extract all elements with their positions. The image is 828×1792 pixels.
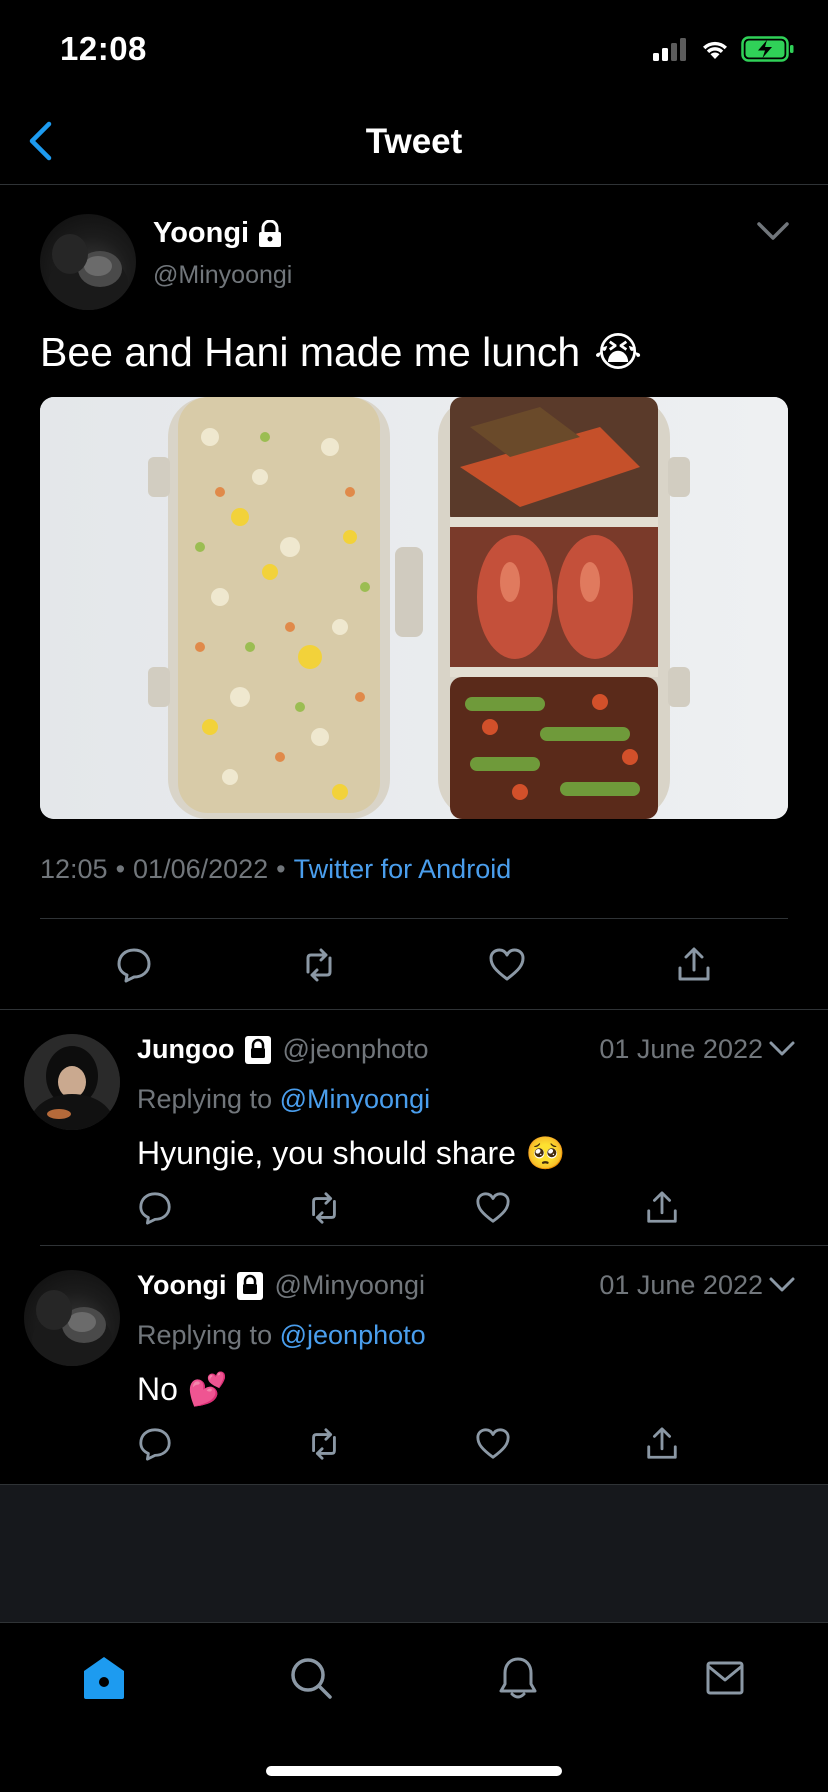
- share-icon[interactable]: [675, 946, 713, 984]
- home-icon: [84, 1657, 124, 1699]
- tweet-meta: 12:05 • 01/06/2022 • Twitter for Android: [40, 854, 512, 885]
- share-icon[interactable]: [644, 1190, 680, 1226]
- avatar-photo: [32, 1290, 112, 1366]
- messages-icon: [706, 1661, 744, 1695]
- battery-charging-icon: [741, 36, 794, 62]
- status-bar: 12:08: [0, 0, 828, 100]
- notifications-icon: [499, 1657, 537, 1699]
- tab-home[interactable]: [79, 1653, 129, 1703]
- tweet-image[interactable]: [40, 397, 788, 819]
- search-icon: [291, 1658, 332, 1699]
- reply-tweet[interactable]: Jungoo @jeonphoto 01 June 2022 Replying …: [0, 1010, 828, 1244]
- retweet-icon[interactable]: [306, 1426, 342, 1462]
- lock-icon: [237, 1271, 264, 1300]
- reply-icon[interactable]: [137, 1190, 173, 1226]
- chevron-down-icon[interactable]: [768, 1274, 796, 1296]
- nav-header: Tweet: [0, 100, 828, 185]
- wifi-icon: [703, 41, 727, 59]
- share-icon[interactable]: [644, 1426, 680, 1462]
- reply-actions: [0, 1426, 828, 1466]
- reply-icon[interactable]: [115, 946, 153, 984]
- reply-date: 01 June 2022: [599, 1270, 763, 1300]
- author-handle: @jeonphoto: [282, 1034, 429, 1064]
- main-tweet: Yoongi @Minyoongi Bee and Hani made me l…: [0, 186, 828, 1010]
- author-handle: @Minyoongi: [274, 1270, 425, 1300]
- avatar-photo: [24, 1034, 120, 1130]
- replying-to: Replying to @Minyoongi: [137, 1084, 431, 1114]
- divider: [40, 918, 788, 919]
- home-indicator: [266, 1766, 562, 1776]
- author-name[interactable]: Yoongi: [137, 1270, 226, 1301]
- like-icon[interactable]: [488, 946, 526, 984]
- tab-messages[interactable]: [700, 1653, 750, 1703]
- cellular-signal-icon: [653, 38, 686, 61]
- status-icons: [653, 36, 795, 62]
- chevron-down-icon[interactable]: [768, 1038, 796, 1060]
- tweet-text: Bee and Hani made me lunch 😭: [40, 328, 643, 376]
- author-name[interactable]: Jungoo: [137, 1034, 234, 1065]
- reply-header: Yoongi @Minyoongi: [137, 1270, 425, 1301]
- like-icon[interactable]: [475, 1190, 511, 1226]
- avatar-photo: [48, 234, 128, 310]
- reply-icon[interactable]: [137, 1426, 173, 1462]
- reply-text: Hyungie, you should share 🥺: [137, 1134, 566, 1172]
- crying-emoji: 😭: [594, 329, 643, 375]
- reply-header: Jungoo @jeonphoto: [137, 1034, 429, 1065]
- retweet-icon[interactable]: [300, 946, 338, 984]
- tweet-time: 12:05: [40, 854, 108, 884]
- avatar[interactable]: [40, 214, 136, 310]
- author-name[interactable]: Yoongi: [153, 217, 283, 250]
- replying-to: Replying to @jeonphoto: [137, 1320, 426, 1350]
- tab-notifications[interactable]: [493, 1653, 543, 1703]
- page-title: Tweet: [365, 122, 463, 161]
- reply-actions: [0, 1190, 828, 1230]
- avatar[interactable]: [24, 1270, 120, 1366]
- reply-date: 01 June 2022: [599, 1034, 763, 1064]
- tweet-source-link[interactable]: Twitter for Android: [294, 854, 512, 885]
- status-time: 12:08: [60, 30, 147, 67]
- retweet-icon[interactable]: [306, 1190, 342, 1226]
- like-icon[interactable]: [475, 1426, 511, 1462]
- tab-search[interactable]: [286, 1653, 336, 1703]
- reply-tweet[interactable]: Yoongi @Minyoongi 01 June 2022 Replying …: [0, 1246, 828, 1483]
- mention-link[interactable]: @jeonphoto: [280, 1320, 426, 1350]
- tweet-date: 01/06/2022: [133, 854, 269, 884]
- two-hearts-emoji: 💕: [187, 1371, 228, 1407]
- reply-text: No 💕: [137, 1370, 228, 1408]
- empty-area: [0, 1484, 828, 1622]
- author-handle: @Minyoongi: [153, 261, 293, 289]
- lunchbox-photo: [40, 397, 788, 819]
- tweet-actions: [0, 946, 828, 996]
- mention-link[interactable]: @Minyoongi: [280, 1084, 430, 1114]
- pleading-face-emoji: 🥺: [525, 1135, 566, 1171]
- avatar[interactable]: [24, 1034, 120, 1130]
- chevron-down-icon[interactable]: [753, 216, 793, 246]
- lock-icon: [245, 1035, 272, 1064]
- lock-icon: [259, 219, 282, 247]
